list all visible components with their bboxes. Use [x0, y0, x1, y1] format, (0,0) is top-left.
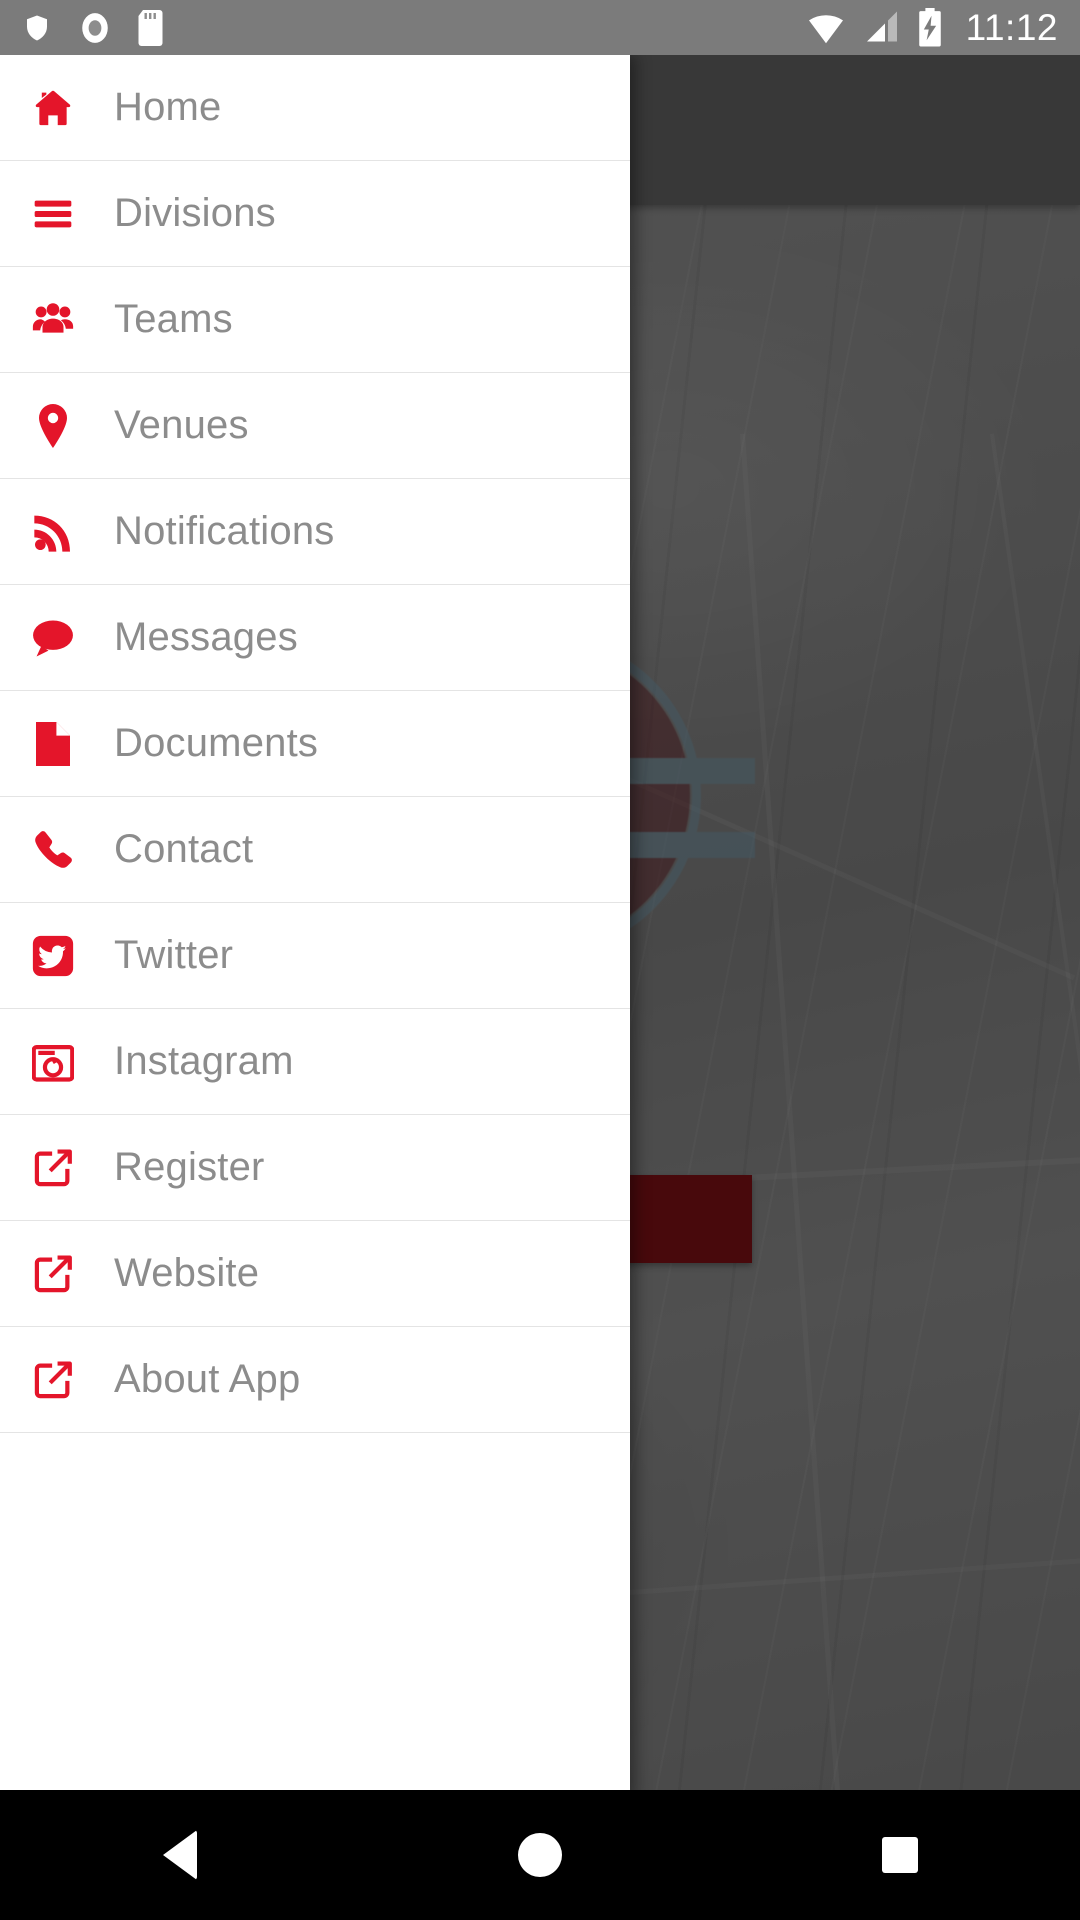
- back-button[interactable]: [0, 1830, 360, 1880]
- cellular-signal-icon: [866, 11, 897, 41]
- home-circle-icon: [518, 1833, 562, 1877]
- record-icon: [82, 12, 108, 43]
- menu-item-divisions[interactable]: Divisions: [0, 161, 630, 267]
- menu-item-notifications[interactable]: Notifications: [0, 479, 630, 585]
- external-link-icon: [30, 1357, 76, 1403]
- menu-item-label: Home: [114, 85, 222, 129]
- menu-item-label: Twitter: [114, 933, 234, 977]
- menu-item-documents[interactable]: Documents: [0, 691, 630, 797]
- menu-item-label: Website: [114, 1251, 260, 1295]
- home-icon: [30, 85, 76, 131]
- menu-item-venues[interactable]: Venues: [0, 373, 630, 479]
- twitter-icon: [30, 933, 76, 979]
- menu-item-label: Documents: [114, 721, 319, 765]
- menu-item-label: Register: [114, 1145, 265, 1189]
- menu-item-label: Divisions: [114, 191, 276, 235]
- instagram-icon: [30, 1039, 76, 1085]
- status-bar: 11:12: [0, 0, 1080, 55]
- rss-icon: [30, 509, 76, 555]
- menu-item-label: Notifications: [114, 509, 335, 553]
- map-pin-icon: [30, 403, 76, 449]
- document-icon: [30, 721, 76, 767]
- phone-screen: LAND OWCASE s Showcase I: [0, 0, 1080, 1920]
- menu-item-label: Instagram: [114, 1039, 294, 1083]
- menu-item-twitter[interactable]: Twitter: [0, 903, 630, 1009]
- external-link-icon: [30, 1251, 76, 1297]
- back-triangle-icon: [163, 1830, 197, 1880]
- menu-item-label: Venues: [114, 403, 249, 447]
- users-icon: [30, 297, 76, 343]
- sd-card-icon: [138, 9, 163, 46]
- menu-item-contact[interactable]: Contact: [0, 797, 630, 903]
- recents-button[interactable]: [720, 1837, 1080, 1873]
- shield-icon: [27, 15, 47, 40]
- menu-item-home[interactable]: Home: [0, 55, 630, 161]
- list-icon: [30, 191, 76, 237]
- wifi-icon: [808, 14, 843, 43]
- chat-bubble-icon: [30, 615, 76, 661]
- menu-item-instagram[interactable]: Instagram: [0, 1009, 630, 1115]
- phone-icon: [30, 827, 76, 873]
- menu-item-register[interactable]: Register: [0, 1115, 630, 1221]
- menu-item-teams[interactable]: Teams: [0, 267, 630, 373]
- external-link-icon: [30, 1145, 76, 1191]
- recents-square-icon: [882, 1837, 918, 1873]
- drawer-menu: Home Divisions Teams Venues Notification…: [0, 55, 630, 1433]
- menu-item-label: Messages: [114, 615, 298, 659]
- menu-item-website[interactable]: Website: [0, 1221, 630, 1327]
- android-navigation-bar: [0, 1790, 1080, 1920]
- home-button[interactable]: [360, 1833, 720, 1877]
- navigation-drawer[interactable]: Home Divisions Teams Venues Notification…: [0, 55, 630, 1800]
- status-bar-clock: 11:12: [965, 6, 1058, 48]
- menu-item-about-app[interactable]: About App: [0, 1327, 630, 1433]
- menu-item-label: Teams: [114, 297, 233, 341]
- menu-item-messages[interactable]: Messages: [0, 585, 630, 691]
- battery-charging-icon: [918, 7, 941, 46]
- menu-item-label: About App: [114, 1357, 301, 1401]
- menu-item-label: Contact: [114, 827, 254, 871]
